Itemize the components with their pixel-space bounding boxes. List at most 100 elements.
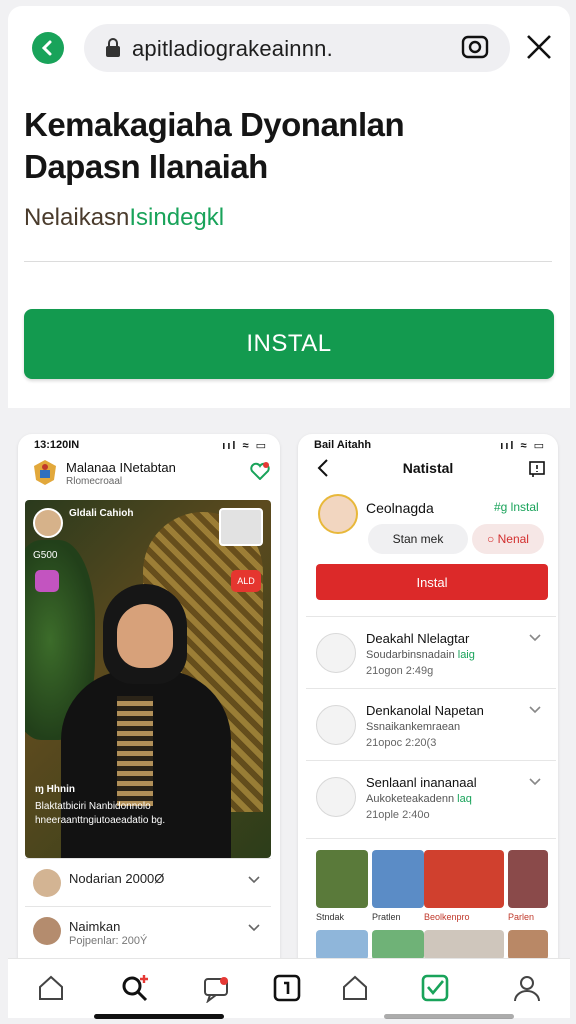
- profile-tag[interactable]: #g lnstal: [494, 500, 539, 514]
- gallery-thumb[interactable]: [424, 930, 504, 960]
- install-button-secondary[interactable]: Instal: [316, 564, 548, 600]
- filter-chip-active[interactable]: ○ Nenal: [472, 524, 544, 554]
- status-bar: 13:120IN ııl ≈ ▭: [18, 434, 280, 456]
- list-item-sublabel: Pojpenlar: 200Ý: [69, 935, 148, 947]
- gallery-thumb[interactable]: [372, 850, 424, 908]
- live-video[interactable]: Gldali Cahioh G500 ALD ɱ Hhnin Blaktatbi…: [25, 500, 271, 858]
- profile-icon[interactable]: [512, 973, 542, 1003]
- home-outline-icon[interactable]: [340, 973, 370, 1003]
- install-button[interactable]: INSTAL: [24, 309, 554, 379]
- list-item[interactable]: Deakahl Nlelagtar Soudarbinsnadain laig …: [306, 616, 556, 688]
- screenshot-install-page[interactable]: Bail Aitahh ııl ≈ ▭ Natistal Ceolnagda #…: [298, 434, 558, 974]
- report-icon[interactable]: [528, 460, 546, 478]
- presenter-face: [117, 604, 173, 668]
- list-item-meta: 21opoc 2:20(3: [366, 737, 437, 749]
- thumb-label: Beolkenpro: [424, 912, 470, 922]
- app-frame: apitladiograkeainnn. Kemakagiaha Dyonanl…: [0, 0, 576, 1024]
- heart-icon[interactable]: [250, 462, 270, 480]
- back-icon[interactable]: [32, 32, 64, 64]
- host-avatar[interactable]: [33, 508, 63, 538]
- bottom-navigation: [8, 958, 570, 1018]
- subtitle-accent: laq: [457, 793, 472, 805]
- close-icon[interactable]: [524, 32, 554, 62]
- list-item-subtitle: Ssnaikankemraean: [366, 721, 461, 733]
- title-line-2: Dapasn Ilanaiah: [24, 148, 268, 185]
- list-item-title: Denkanolal Napetan: [366, 703, 484, 718]
- avatar: [33, 917, 61, 945]
- home-icon[interactable]: [36, 973, 66, 1003]
- list-item-title: Senlaanl inananaal: [366, 775, 477, 790]
- gallery-thumb[interactable]: [372, 930, 424, 960]
- list-item-label: Nodarian 2000Ø: [69, 871, 165, 886]
- gallery-thumb[interactable]: [508, 850, 548, 908]
- avatar: [33, 869, 61, 897]
- caption-text: Blaktatbiciri Nanbidonnolo hneeraanttngi…: [35, 801, 166, 826]
- search-add-icon[interactable]: [120, 973, 150, 1003]
- divider: [306, 838, 556, 839]
- browser-bar: apitladiograkeainnn.: [8, 6, 570, 78]
- screenshot-live-stream[interactable]: 13:120IN ııl ≈ ▭ Malanaa INetabtan Rlome…: [18, 434, 280, 974]
- subtitle-accent: Isindegkl: [129, 204, 225, 231]
- subtitle-accent: laig: [457, 649, 475, 661]
- record-icon: ○: [487, 532, 498, 546]
- guest-pip[interactable]: [219, 508, 263, 546]
- stream-subtitle: Rlomecroaal: [66, 476, 123, 487]
- home-indicator: [384, 1014, 514, 1019]
- list-item[interactable]: Denkanolal Napetan Ssnaikankemraean 21op…: [306, 688, 556, 760]
- home-indicator: [94, 1014, 224, 1019]
- divider: [24, 261, 552, 262]
- status-time: Bail Aitahh: [314, 439, 372, 451]
- viewer-count: G500: [33, 550, 58, 561]
- list-item[interactable]: Nodarian 2000Ø: [25, 858, 271, 906]
- camera-icon[interactable]: [460, 32, 490, 62]
- list-item-subtitle: Soudarbinsnadain laig: [366, 649, 475, 661]
- status-bar: Bail Aitahh ııl ≈ ▭: [298, 434, 558, 456]
- status-icons: ııl ≈ ▭: [500, 440, 546, 452]
- subtitle-main: Nelaikasn: [24, 204, 130, 231]
- subtitle-main: Soudarbinsnadain: [366, 649, 455, 661]
- thumb-label: Pratlen: [372, 912, 401, 922]
- chevron-down-icon: [248, 876, 260, 884]
- gallery-thumb[interactable]: [424, 850, 504, 908]
- garment-trim: [117, 696, 153, 806]
- install-check-icon[interactable]: [420, 973, 450, 1003]
- thumb-label: Stndak: [316, 912, 345, 922]
- filter-chip-label: Nenal: [497, 532, 529, 546]
- host-name: Gldali Cahioh: [69, 508, 134, 519]
- filter-chip[interactable]: Stan mek: [368, 524, 468, 554]
- caption-handle: ɱ Hhnin: [35, 784, 75, 795]
- stream-title: Malanaa INetabtan: [66, 460, 176, 475]
- url-text: apitladiograkeainnn.: [132, 36, 333, 61]
- chevron-down-icon: [248, 924, 260, 932]
- list-item-meta: 21ople 2:40o: [366, 809, 430, 821]
- thumb-label: Parlen: [508, 912, 535, 922]
- status-icons: ııl ≈ ▭: [222, 440, 268, 452]
- app-header-card: Kemakagiaha Dyonanlan Dapasn Ilanaiah Ne…: [8, 78, 570, 408]
- list-item-label: Naimkan: [69, 919, 121, 934]
- lock-icon: [106, 38, 120, 57]
- live-badge[interactable]: ALD: [231, 570, 261, 592]
- house-icon: [316, 777, 356, 817]
- profile-name: Ceolnagda: [366, 500, 434, 516]
- gallery-thumb[interactable]: [316, 850, 368, 908]
- title-line-1: Kemakagiaha Dyonanlan: [24, 106, 405, 143]
- gallery-thumb[interactable]: [316, 930, 368, 960]
- list-item-subtitle: Aukoketeakadenn laq: [366, 793, 472, 805]
- list-item[interactable]: Naimkan Pojpenlar: 200Ý: [25, 906, 271, 954]
- chevron-down-icon: [529, 778, 541, 786]
- chat-notify-icon[interactable]: [202, 973, 232, 1003]
- live-icon[interactable]: [272, 973, 302, 1003]
- url-bar[interactable]: apitladiograkeainnn.: [84, 24, 510, 72]
- house-icon: [316, 633, 356, 673]
- gift-icon[interactable]: [35, 570, 59, 592]
- list-item[interactable]: Senlaanl inananaal Aukoketeakadenn laq 2…: [306, 760, 556, 832]
- emblem-icon: [34, 460, 56, 485]
- gallery-thumb[interactable]: [508, 930, 548, 960]
- house-icon: [316, 705, 356, 745]
- subtitle-main: Aukoketeakadenn: [366, 793, 455, 805]
- list-item-title: Deakahl Nlelagtar: [366, 631, 470, 646]
- screen-title: Natistal: [402, 460, 454, 476]
- list-item-meta: 21ogon 2:49g: [366, 665, 434, 677]
- chevron-down-icon: [529, 634, 541, 642]
- profile-avatar[interactable]: [318, 494, 358, 534]
